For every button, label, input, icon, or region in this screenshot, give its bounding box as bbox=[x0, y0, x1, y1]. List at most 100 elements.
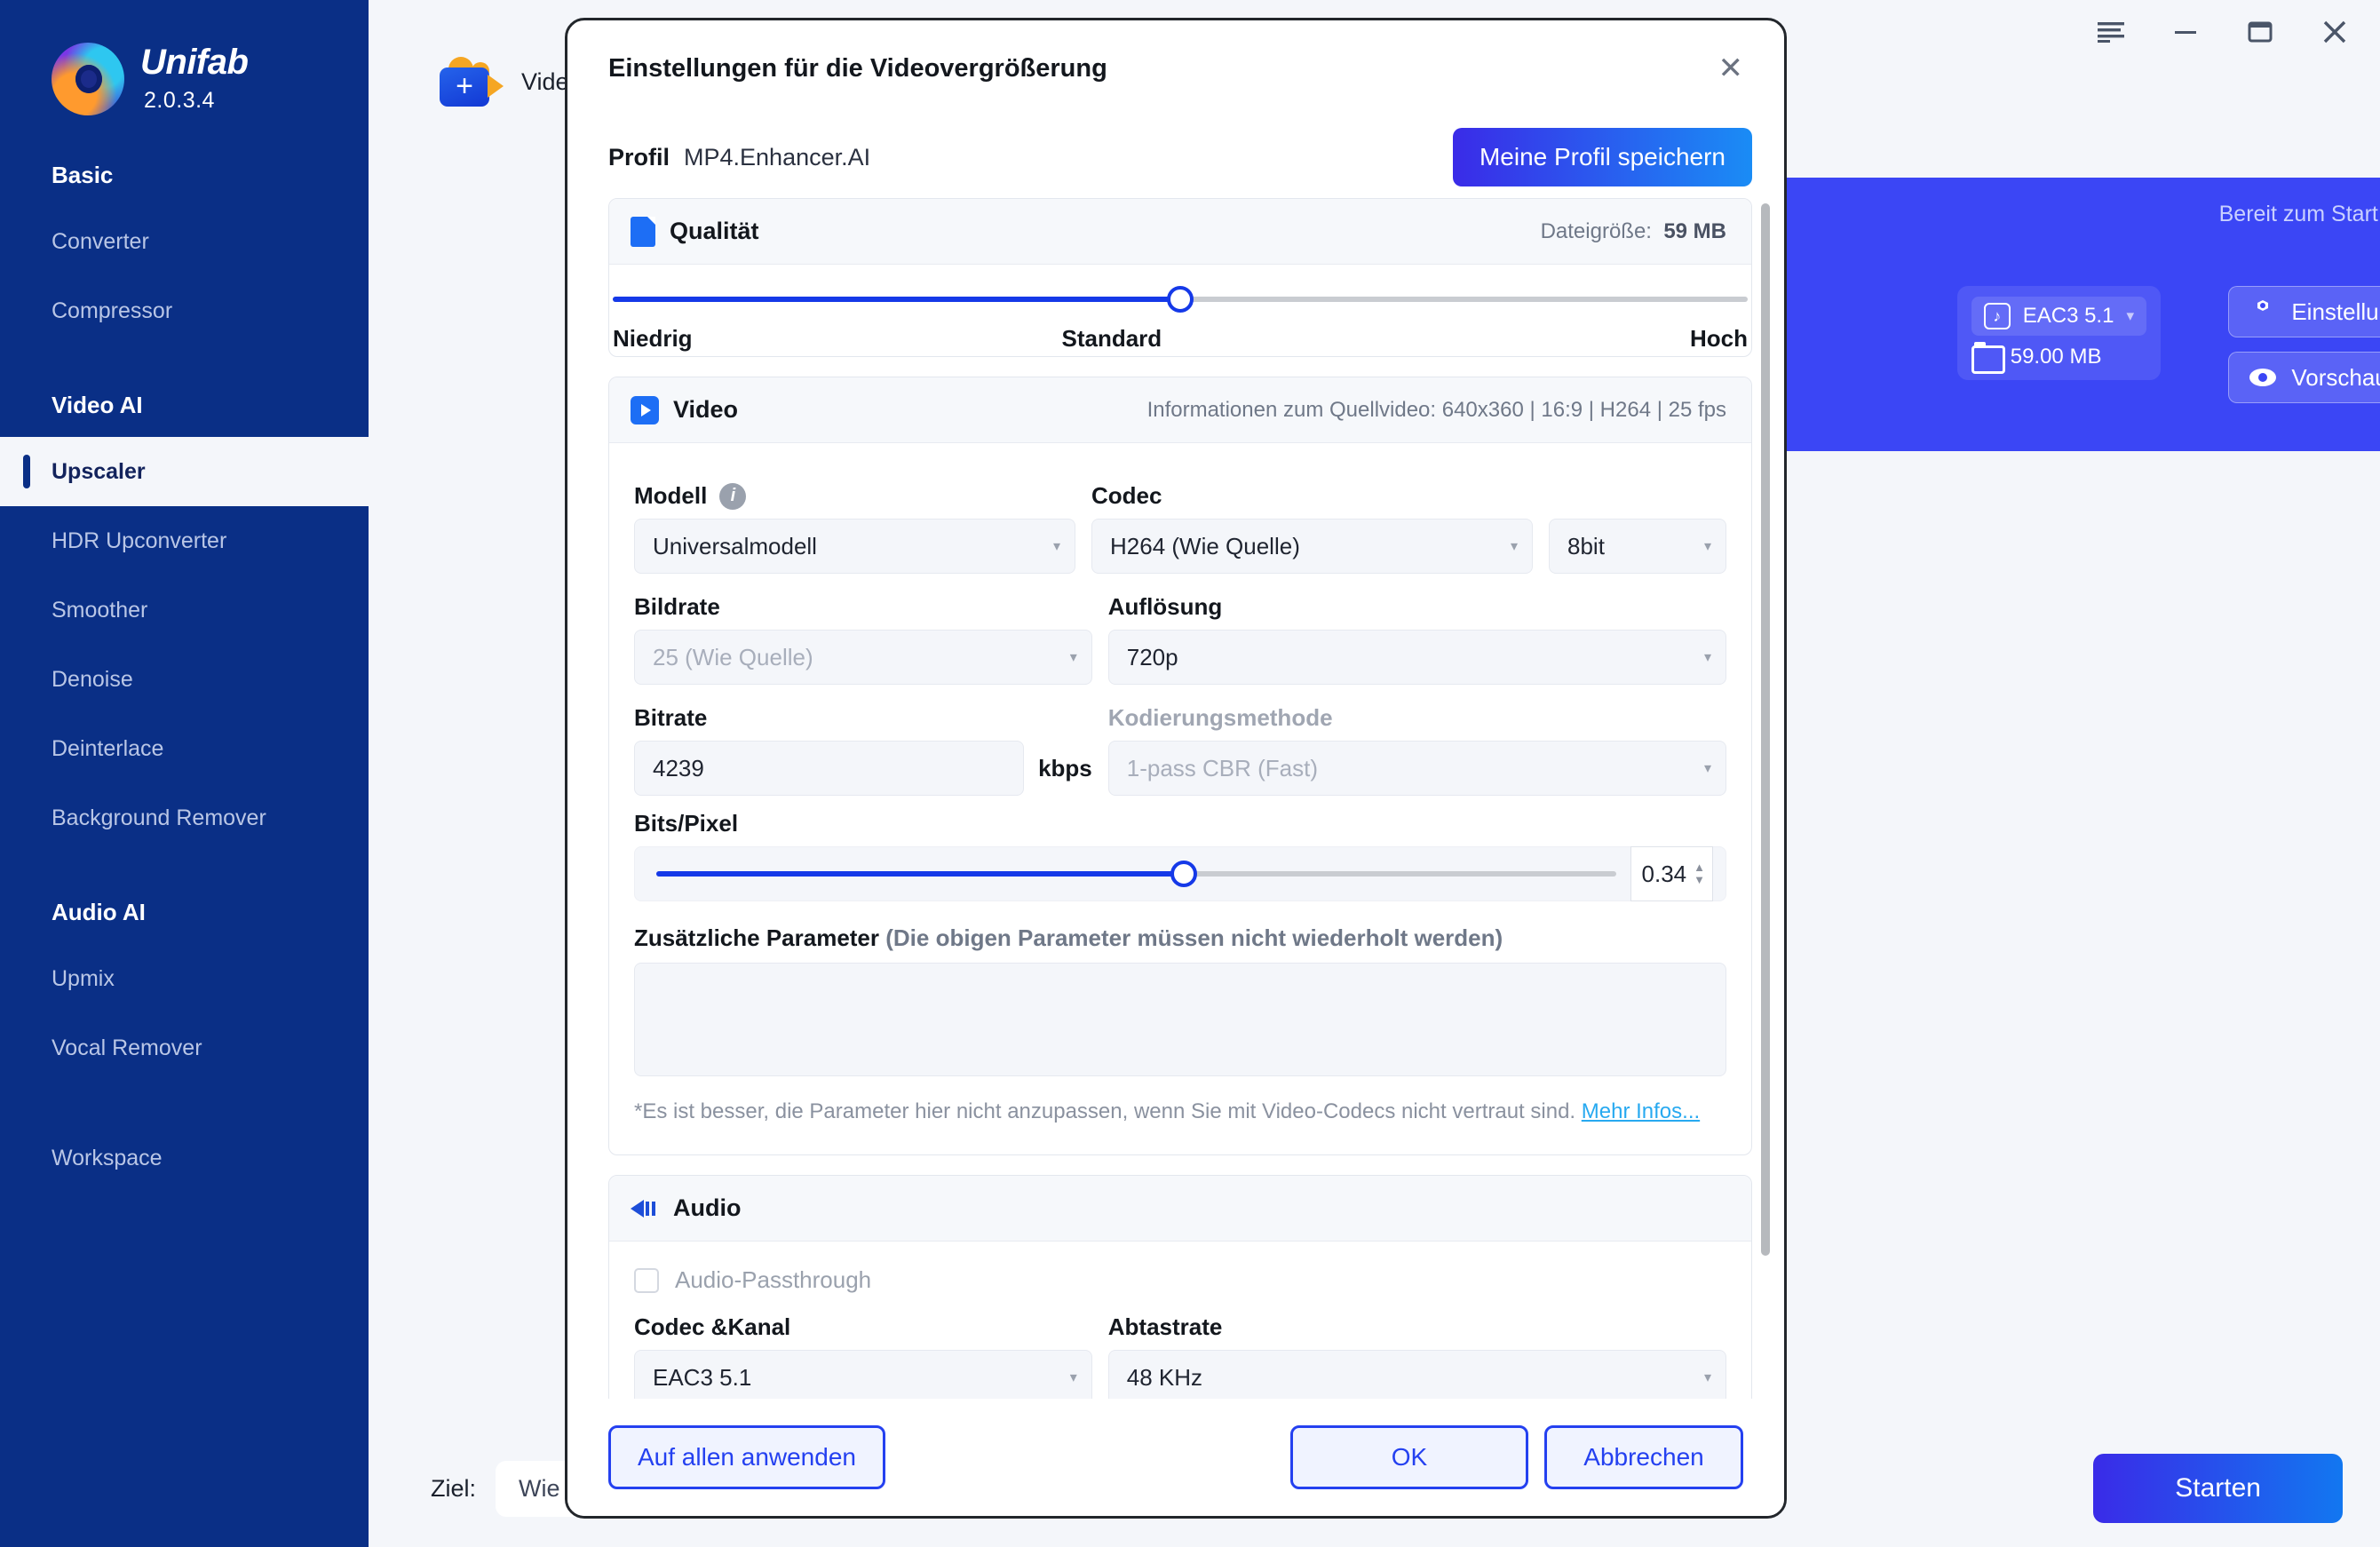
resolution-select[interactable]: 720p ▾ bbox=[1107, 630, 1726, 685]
audio-codec-label: Codec &Kanal bbox=[634, 1313, 791, 1340]
quality-slider-fill bbox=[613, 297, 1180, 302]
save-profile-button[interactable]: Meine Profil speichern bbox=[1452, 128, 1752, 186]
chevron-down-icon: ▾ bbox=[1069, 1370, 1077, 1385]
encmethod-select[interactable]: 1-pass CBR (Fast) ▾ bbox=[1107, 741, 1726, 796]
model-codec-row: Modell i Universalmodell ▾ Codec H264 (W… bbox=[634, 468, 1726, 574]
model-field: Modell i Universalmodell ▾ bbox=[634, 468, 1075, 574]
filesize-label: Dateigröße: bbox=[1540, 218, 1652, 243]
audio-title: Audio bbox=[673, 1194, 742, 1221]
quality-label-standard: Standard bbox=[1061, 325, 1162, 352]
quality-label-low: Niedrig bbox=[613, 325, 693, 352]
codec-select[interactable]: H264 (Wie Quelle) ▾ bbox=[1091, 519, 1533, 574]
chevron-down-icon: ▾ bbox=[1703, 650, 1711, 665]
addparam-textarea[interactable] bbox=[634, 963, 1726, 1076]
nav-group-audio-ai: Audio AI bbox=[52, 899, 146, 925]
bitrate-input[interactable]: 4239 bbox=[634, 741, 1025, 796]
chevron-down-icon: ▾ bbox=[1069, 650, 1077, 665]
dialog-header: Einstellungen für die Videovergrößerung … bbox=[567, 20, 1784, 116]
speaker-icon bbox=[631, 1196, 659, 1221]
bitspixel-slider-fill bbox=[656, 871, 1185, 877]
bitdepth-field: 8bit ▾ bbox=[1549, 468, 1726, 574]
bitrate-unit-label: kbps bbox=[1038, 754, 1092, 781]
dialog-close-icon[interactable]: ✕ bbox=[1718, 53, 1744, 83]
chevron-down-icon: ▾ bbox=[1703, 539, 1711, 554]
bitdepth-select-value: 8bit bbox=[1567, 532, 1605, 559]
bitspixel-value-input[interactable]: 0.34 ▲ ▼ bbox=[1630, 846, 1713, 901]
quality-slider-handle[interactable] bbox=[1167, 286, 1194, 313]
audio-samplerate-field: Abtastrate 48 KHz ▾ bbox=[1107, 1299, 1726, 1399]
document-icon bbox=[631, 216, 655, 247]
play-icon bbox=[631, 395, 659, 424]
sidebar-item-upscaler[interactable]: Upscaler bbox=[0, 437, 369, 506]
video-panel-body: Modell i Universalmodell ▾ Codec H264 (W… bbox=[609, 443, 1751, 1154]
codec-note-text: *Es ist besser, die Parameter hier nicht… bbox=[634, 1099, 1582, 1123]
dialog-scrollbar-thumb[interactable] bbox=[1761, 203, 1770, 1256]
encmethod-label: Kodierungsmethode bbox=[1107, 704, 1333, 731]
sidebar-item-denoise[interactable]: Denoise bbox=[0, 645, 369, 714]
source-video-info: Informationen zum Quellvideo: 640x360 | … bbox=[1146, 397, 1726, 422]
sidebar-item-smoother[interactable]: Smoother bbox=[0, 575, 369, 645]
bitrate-encmethod-row: Bitrate 4239 kbps Kodierungsmethode 1-pa… bbox=[634, 690, 1726, 796]
dialog-footer-right: OK Abbrechen bbox=[1290, 1425, 1743, 1489]
sidebar-item-background-remover[interactable]: Background Remover bbox=[0, 783, 369, 853]
framerate-select-value: 25 (Wie Quelle) bbox=[653, 643, 813, 670]
bitspixel-slider-handle[interactable] bbox=[1170, 861, 1198, 887]
audio-codec-select[interactable]: EAC3 5.1 ▾ bbox=[634, 1350, 1092, 1399]
audio-passthrough-checkbox[interactable] bbox=[634, 1267, 659, 1293]
apply-all-button[interactable]: Auf allen anwenden bbox=[608, 1425, 885, 1489]
sidebar-item-workspace[interactable]: Workspace bbox=[0, 1123, 369, 1193]
sidebar-item-upmix[interactable]: Upmix bbox=[0, 944, 369, 1013]
ok-button[interactable]: OK bbox=[1290, 1425, 1528, 1489]
filesize-meta: Dateigröße: 59 MB bbox=[1541, 219, 1726, 244]
codec-field: Codec H264 (Wie Quelle) ▾ bbox=[1091, 468, 1533, 574]
bitspixel-value: 0.34 bbox=[1641, 860, 1687, 887]
bitspixel-label: Bits/Pixel bbox=[634, 810, 739, 837]
cancel-button[interactable]: Abbrechen bbox=[1544, 1425, 1743, 1489]
framerate-resolution-row: Bildrate 25 (Wie Quelle) ▾ Auflösung 720… bbox=[634, 579, 1726, 685]
bitspixel-slider[interactable] bbox=[656, 861, 1616, 887]
video-panel-header: Video Informationen zum Quellvideo: 640x… bbox=[609, 377, 1751, 443]
bitrate-line: 4239 kbps bbox=[634, 741, 1092, 796]
addparam-label-row: Zusätzliche Parameter (Die obigen Parame… bbox=[634, 924, 1726, 952]
bitrate-input-value: 4239 bbox=[653, 754, 704, 781]
info-icon[interactable]: i bbox=[719, 482, 747, 510]
sidebar-item-compressor[interactable]: Compressor bbox=[0, 276, 369, 345]
audio-passthrough-row[interactable]: Audio-Passthrough bbox=[634, 1266, 1726, 1294]
audio-samplerate-select-value: 48 KHz bbox=[1126, 1363, 1203, 1391]
codec-select-value: H264 (Wie Quelle) bbox=[1110, 532, 1300, 559]
audio-samplerate-select[interactable]: 48 KHz ▾ bbox=[1107, 1350, 1726, 1399]
quality-title: Qualität bbox=[670, 218, 759, 244]
audio-panel-header: Audio bbox=[609, 1176, 1751, 1242]
dialog-body: Qualität Dateigröße: 59 MB Niedrig Stand… bbox=[567, 198, 1784, 1399]
chevron-down-icon: ▾ bbox=[1703, 1370, 1711, 1385]
more-info-link[interactable]: Mehr Infos... bbox=[1582, 1099, 1700, 1123]
audio-panel-body: Audio-Passthrough Codec &Kanal EAC3 5.1 … bbox=[609, 1242, 1751, 1399]
sidebar-item-vocal-remover[interactable]: Vocal Remover bbox=[0, 1013, 369, 1083]
bitdepth-select[interactable]: 8bit ▾ bbox=[1549, 519, 1726, 574]
resolution-field: Auflösung 720p ▾ bbox=[1107, 579, 1726, 685]
encmethod-field: Kodierungsmethode 1-pass CBR (Fast) ▾ bbox=[1107, 690, 1726, 796]
sidebar-item-converter[interactable]: Converter bbox=[0, 207, 369, 276]
audio-samplerate-label: Abtastrate bbox=[1107, 1313, 1223, 1340]
model-label-row: Modell i bbox=[634, 482, 1075, 510]
bitspixel-slider-row: 0.34 ▲ ▼ bbox=[634, 846, 1726, 901]
resolution-select-value: 720p bbox=[1126, 643, 1178, 670]
profile-label: Profil bbox=[608, 143, 670, 171]
filesize-value: 59 MB bbox=[1663, 218, 1726, 243]
sidebar-item-deinterlace[interactable]: Deinterlace bbox=[0, 714, 369, 783]
bitrate-field: Bitrate 4239 kbps bbox=[634, 690, 1092, 796]
dialog-scrollbar[interactable] bbox=[1761, 203, 1770, 1399]
bitspixel-stepper[interactable]: ▲ ▼ bbox=[1694, 861, 1705, 885]
nav-group-video-ai: Video AI bbox=[52, 392, 143, 418]
quality-slider-labels: Niedrig Standard Hoch bbox=[613, 325, 1748, 353]
sidebar-item-hdr-upconverter[interactable]: HDR Upconverter bbox=[0, 506, 369, 575]
chevron-down-icon: ▾ bbox=[1703, 761, 1711, 776]
video-panel: Video Informationen zum Quellvideo: 640x… bbox=[608, 377, 1752, 1155]
app-version: 2.0.3.4 bbox=[144, 88, 215, 113]
quality-slider[interactable] bbox=[613, 286, 1748, 313]
nav-group-basic: Basic bbox=[52, 162, 114, 188]
framerate-select[interactable]: 25 (Wie Quelle) ▾ bbox=[634, 630, 1092, 685]
model-select[interactable]: Universalmodell ▾ bbox=[634, 519, 1075, 574]
profile-value[interactable]: MP4.Enhancer.AI bbox=[684, 144, 870, 171]
